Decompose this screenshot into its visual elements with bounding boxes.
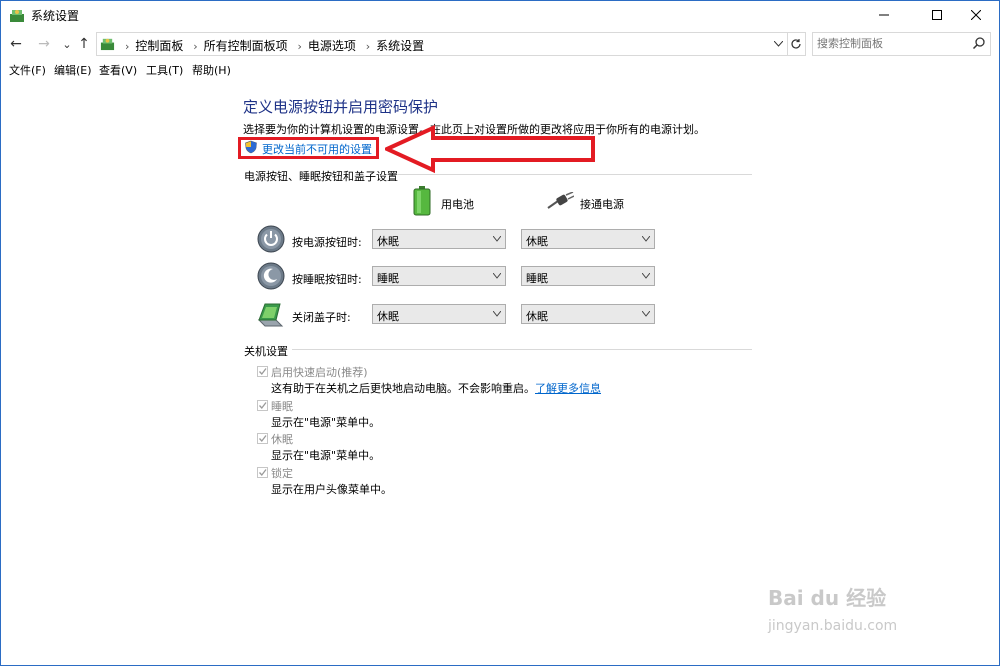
power-button-label: 按电源按钮时: bbox=[292, 236, 362, 249]
search-icon[interactable] bbox=[972, 36, 986, 50]
battery-icon bbox=[413, 186, 431, 216]
window-title: 系统设置 bbox=[31, 9, 80, 23]
chevron-down-icon bbox=[642, 236, 650, 242]
checkmark-icon bbox=[259, 469, 267, 477]
lock-option-label: 锁定 bbox=[271, 467, 293, 480]
checkmark-icon bbox=[259, 402, 267, 410]
sleep-button-label: 按睡眠按钮时: bbox=[292, 273, 362, 286]
hibernate-checkbox[interactable] bbox=[257, 433, 268, 444]
menu-file[interactable]: 文件(F) bbox=[9, 62, 46, 78]
buttons-section-title: 电源按钮、睡眠按钮和盖子设置 bbox=[244, 170, 398, 183]
section-divider bbox=[398, 174, 752, 175]
minimize-button[interactable] bbox=[861, 1, 907, 29]
menu-bar: 文件(F) 编辑(E) 查看(V) 工具(T) 帮助(H) bbox=[1, 60, 999, 78]
section-divider bbox=[292, 349, 752, 350]
title-bar: 系统设置 bbox=[1, 1, 999, 29]
navigation-bar: ← → ⌄ ↑ › 控制面板 › 所有控制面板项 › 电源选项 › 系统设置 bbox=[1, 31, 999, 57]
breadcrumb-item[interactable]: 控制面板 bbox=[135, 39, 183, 53]
hibernate-option-description: 显示在"电源"菜单中。 bbox=[271, 449, 381, 462]
control-panel-icon bbox=[10, 10, 24, 22]
select-value: 休眠 bbox=[526, 235, 548, 248]
fast-startup-checkbox[interactable] bbox=[257, 366, 268, 377]
menu-view[interactable]: 查看(V) bbox=[99, 62, 137, 78]
hibernate-option-label: 休眠 bbox=[271, 433, 293, 446]
refresh-icon bbox=[791, 39, 801, 49]
refresh-button[interactable] bbox=[787, 32, 806, 56]
breadcrumb-separator-icon: › bbox=[193, 40, 198, 53]
menu-edit[interactable]: 编辑(E) bbox=[54, 62, 92, 78]
select-value: 休眠 bbox=[526, 310, 548, 323]
select-value: 休眠 bbox=[377, 310, 399, 323]
back-arrow-icon: ← bbox=[10, 36, 22, 52]
shutdown-section-title: 关机设置 bbox=[244, 345, 288, 358]
breadcrumb-separator-icon: › bbox=[297, 40, 302, 53]
search-box[interactable] bbox=[812, 32, 991, 56]
breadcrumb: › 控制面板 › 所有控制面板项 › 电源选项 › 系统设置 bbox=[119, 37, 424, 54]
control-panel-window: 系统设置 ← → ⌄ ↑ › 控制面板 › 所有控制面板项 › 电源选项 › 系统 bbox=[0, 0, 1000, 666]
sleep-option-description: 显示在"电源"菜单中。 bbox=[271, 416, 381, 429]
up-arrow-icon: ↑ bbox=[78, 36, 90, 52]
close-button[interactable] bbox=[953, 1, 999, 29]
fast-startup-label: 启用快速启动(推荐) bbox=[271, 366, 368, 379]
power-plug-icon bbox=[547, 192, 574, 209]
checkmark-icon bbox=[259, 435, 267, 443]
recent-locations-button[interactable]: ⌄ bbox=[58, 34, 76, 54]
chevron-down-icon bbox=[493, 273, 501, 279]
address-dropdown-icon[interactable] bbox=[774, 41, 783, 47]
fast-startup-description: 这有助于在关机之后更快地启动电脑。不会影响重启。了解更多信息 bbox=[271, 380, 601, 396]
chevron-down-icon bbox=[642, 273, 650, 279]
page-title: 定义电源按钮并启用密码保护 bbox=[243, 98, 439, 116]
forward-arrow-icon: → bbox=[38, 36, 50, 52]
baidu-watermark-url: jingyan.baidu.com bbox=[768, 618, 898, 634]
select-value: 睡眠 bbox=[526, 272, 548, 285]
power-button-icon bbox=[257, 225, 285, 253]
power-button-plugged-select[interactable]: 休眠 bbox=[521, 229, 655, 249]
search-input[interactable] bbox=[817, 35, 967, 51]
sleep-button-plugged-select[interactable]: 睡眠 bbox=[521, 266, 655, 286]
power-button-battery-select[interactable]: 休眠 bbox=[372, 229, 506, 249]
menu-tools[interactable]: 工具(T) bbox=[146, 62, 183, 78]
sleep-option-label: 睡眠 bbox=[271, 400, 293, 413]
battery-column-header: 用电池 bbox=[441, 198, 474, 211]
forward-button[interactable]: → bbox=[35, 34, 53, 54]
highlight-box bbox=[238, 137, 379, 159]
baidu-watermark: Bai du 经验 bbox=[768, 586, 887, 610]
breadcrumb-item[interactable]: 系统设置 bbox=[376, 39, 424, 53]
back-button[interactable]: ← bbox=[7, 34, 25, 54]
lid-close-label: 关闭盖子时: bbox=[292, 311, 351, 324]
red-arrow-annotation bbox=[385, 124, 595, 174]
address-bar[interactable]: › 控制面板 › 所有控制面板项 › 电源选项 › 系统设置 bbox=[96, 32, 788, 56]
learn-more-link[interactable]: 了解更多信息 bbox=[535, 382, 601, 395]
select-value: 睡眠 bbox=[377, 272, 399, 285]
lid-close-plugged-select[interactable]: 休眠 bbox=[521, 304, 655, 324]
checkmark-icon bbox=[259, 368, 267, 376]
sleep-checkbox[interactable] bbox=[257, 400, 268, 411]
lid-close-battery-select[interactable]: 休眠 bbox=[372, 304, 506, 324]
select-value: 休眠 bbox=[377, 235, 399, 248]
control-panel-icon bbox=[100, 38, 115, 51]
chevron-down-icon bbox=[642, 311, 650, 317]
description-text: 这有助于在关机之后更快地启动电脑。不会影响重启。 bbox=[271, 382, 535, 395]
breadcrumb-separator-icon: › bbox=[365, 40, 371, 53]
close-icon bbox=[971, 10, 981, 20]
minimize-icon bbox=[879, 14, 889, 16]
breadcrumb-item[interactable]: 电源选项 bbox=[308, 39, 356, 53]
menu-help[interactable]: 帮助(H) bbox=[192, 62, 231, 78]
chevron-down-icon bbox=[493, 311, 501, 317]
chevron-down-icon bbox=[493, 236, 501, 242]
lock-checkbox[interactable] bbox=[257, 467, 268, 478]
plugged-in-column-header: 接通电源 bbox=[580, 198, 624, 211]
lock-option-description: 显示在用户头像菜单中。 bbox=[271, 483, 392, 496]
sleep-button-icon bbox=[257, 262, 285, 290]
maximize-icon bbox=[932, 10, 942, 20]
sleep-button-battery-select[interactable]: 睡眠 bbox=[372, 266, 506, 286]
breadcrumb-separator-icon: › bbox=[125, 40, 130, 53]
chevron-down-icon: ⌄ bbox=[62, 37, 72, 51]
laptop-lid-icon bbox=[257, 303, 284, 327]
up-button[interactable]: ↑ bbox=[75, 34, 93, 54]
breadcrumb-item[interactable]: 所有控制面板项 bbox=[204, 39, 288, 53]
